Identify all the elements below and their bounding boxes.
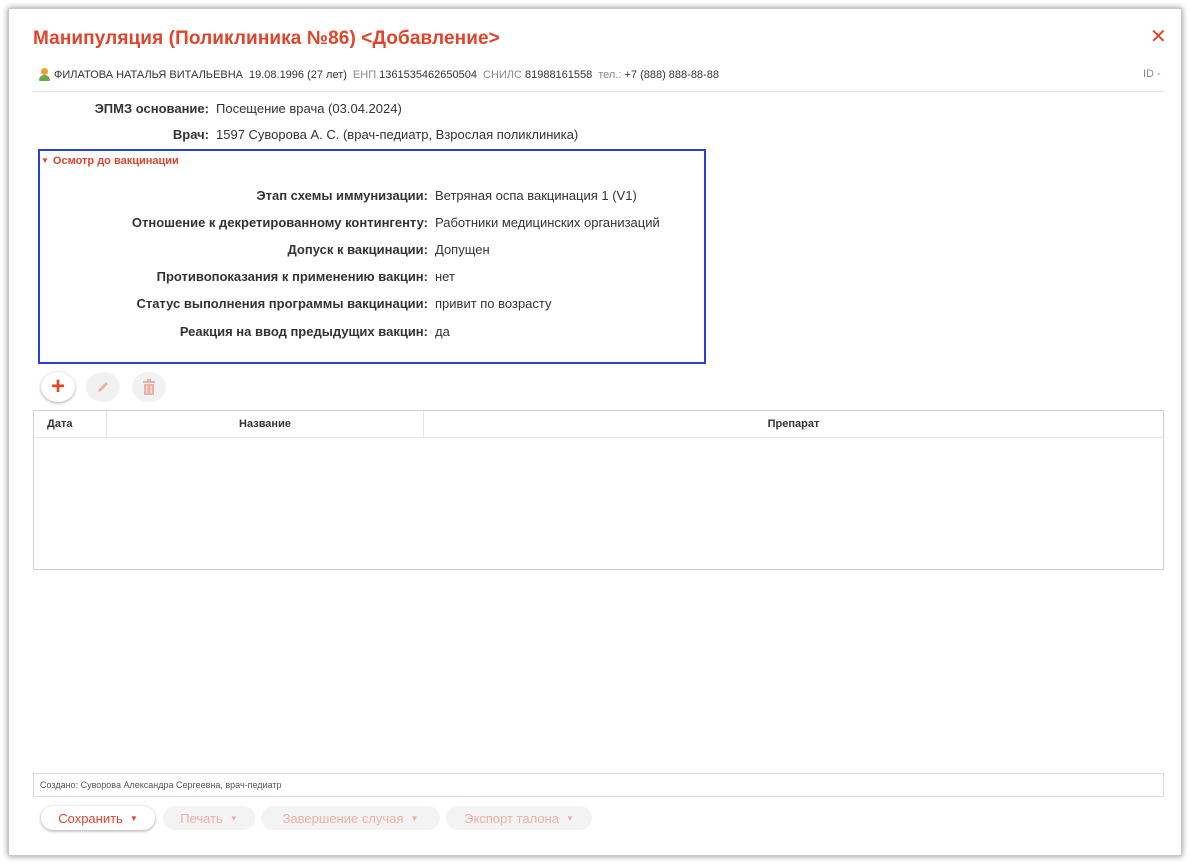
patient-info-bar: ФИЛАТОВА НАТАЛЬЯ ВИТАЛЬЕВНА 19.08.1996 (… <box>38 68 719 81</box>
column-header-name[interactable]: Название <box>107 411 424 437</box>
edit-button[interactable] <box>86 372 120 402</box>
patient-avatar-icon <box>38 68 51 81</box>
exam-row: Реакция на ввод предыдущих вакцин: да <box>38 324 450 339</box>
basis-label: ЭПМЗ основание: <box>94 101 209 116</box>
exam-value[interactable]: Допущен <box>435 242 490 257</box>
caret-down-icon: ▼ <box>129 813 138 823</box>
delete-button[interactable] <box>132 372 166 402</box>
exam-row: Статус выполнения программы вакцинации: … <box>38 296 552 311</box>
basis-value[interactable]: Посещение врача (03.04.2024) <box>216 101 402 116</box>
enp-value: 1361535462650504 <box>379 68 477 81</box>
column-header-date[interactable]: Дата <box>34 411 107 437</box>
patient-name[interactable]: ФИЛАТОВА НАТАЛЬЯ ВИТАЛЬЕВНА <box>54 69 243 81</box>
save-label: Сохранить <box>58 810 123 826</box>
save-button[interactable]: Сохранить ▼ <box>41 806 155 830</box>
section-title: Осмотр до вакцинации <box>52 155 179 167</box>
dialog-title: Манипуляция (Поликлиника №86) <Добавлени… <box>33 28 500 49</box>
phone-label: тел.: <box>598 68 622 81</box>
pencil-icon <box>98 382 108 392</box>
triangle-down-icon: ▼ <box>41 156 49 165</box>
patient-dob: 19.08.1996 (27 лет) <box>248 68 347 81</box>
caret-down-icon: ▼ <box>229 813 238 823</box>
exam-row: Отношение к декретированному контингенту… <box>38 215 660 230</box>
exam-value[interactable]: привит по возрасту <box>435 296 552 311</box>
phone-value: +7 (888) 888-88-88 <box>624 68 719 81</box>
doctor-value[interactable]: 1597 Суворова А. С. (врач-педиатр, Взрос… <box>216 127 578 142</box>
section-toggle[interactable]: ▼ Осмотр до вакцинации <box>41 155 179 167</box>
divider <box>33 91 1164 92</box>
caret-down-icon: ▼ <box>410 813 419 823</box>
exam-row: Противопоказания к применению вакцин: не… <box>38 269 455 284</box>
caret-down-icon: ▼ <box>565 813 574 823</box>
exam-value[interactable]: нет <box>435 269 455 284</box>
export-label: Экспорт талона <box>464 810 559 826</box>
exam-label: Отношение к декретированному контингенту… <box>131 215 428 230</box>
column-header-drug[interactable]: Препарат <box>424 411 1163 437</box>
trash-icon <box>143 379 155 395</box>
finish-case-button[interactable]: Завершение случая ▼ <box>261 806 440 830</box>
exam-label: Допуск к вакцинации: <box>287 242 428 257</box>
created-by: Создано: Суворова Александра Сергеевна, … <box>33 773 1164 797</box>
exam-value[interactable]: Ветряная оспа вакцинация 1 (V1) <box>435 188 637 203</box>
exam-row: Этап схемы иммунизации: Ветряная оспа ва… <box>38 188 637 203</box>
exam-value[interactable]: да <box>435 324 450 339</box>
exam-label: Противопоказания к применению вакцин: <box>156 269 428 284</box>
add-button[interactable]: + <box>41 372 75 402</box>
snils-label: СНИЛС <box>483 68 522 81</box>
print-button[interactable]: Печать ▼ <box>163 806 255 830</box>
basis-row: ЭПМЗ основание: Посещение врача (03.04.2… <box>33 101 402 116</box>
doctor-label: Врач: <box>172 127 209 142</box>
export-ticket-button[interactable]: Экспорт талона ▼ <box>446 806 592 830</box>
print-label: Печать <box>180 810 223 826</box>
exam-value[interactable]: Работники медицинских организаций <box>435 215 660 230</box>
exam-row: Допуск к вакцинации: Допущен <box>38 242 490 257</box>
exam-label: Этап схемы иммунизации: <box>256 188 428 203</box>
enp-label: ЕНП <box>352 68 377 81</box>
table-header: Дата Название Препарат <box>34 411 1163 438</box>
exam-label: Реакция на ввод предыдущих вакцин: <box>179 324 428 339</box>
finish-label: Завершение случая <box>282 810 404 826</box>
plus-icon: + <box>50 373 65 400</box>
close-icon[interactable]: ✕ <box>1150 27 1167 47</box>
patient-id: ID - <box>1143 68 1161 80</box>
exam-label: Статус выполнения программы вакцинации: <box>136 296 428 311</box>
snils-value: 81988161558 <box>524 68 593 81</box>
doctor-row: Врач: 1597 Суворова А. С. (врач-педиатр,… <box>33 127 578 142</box>
vaccination-table: Дата Название Препарат <box>33 410 1164 570</box>
